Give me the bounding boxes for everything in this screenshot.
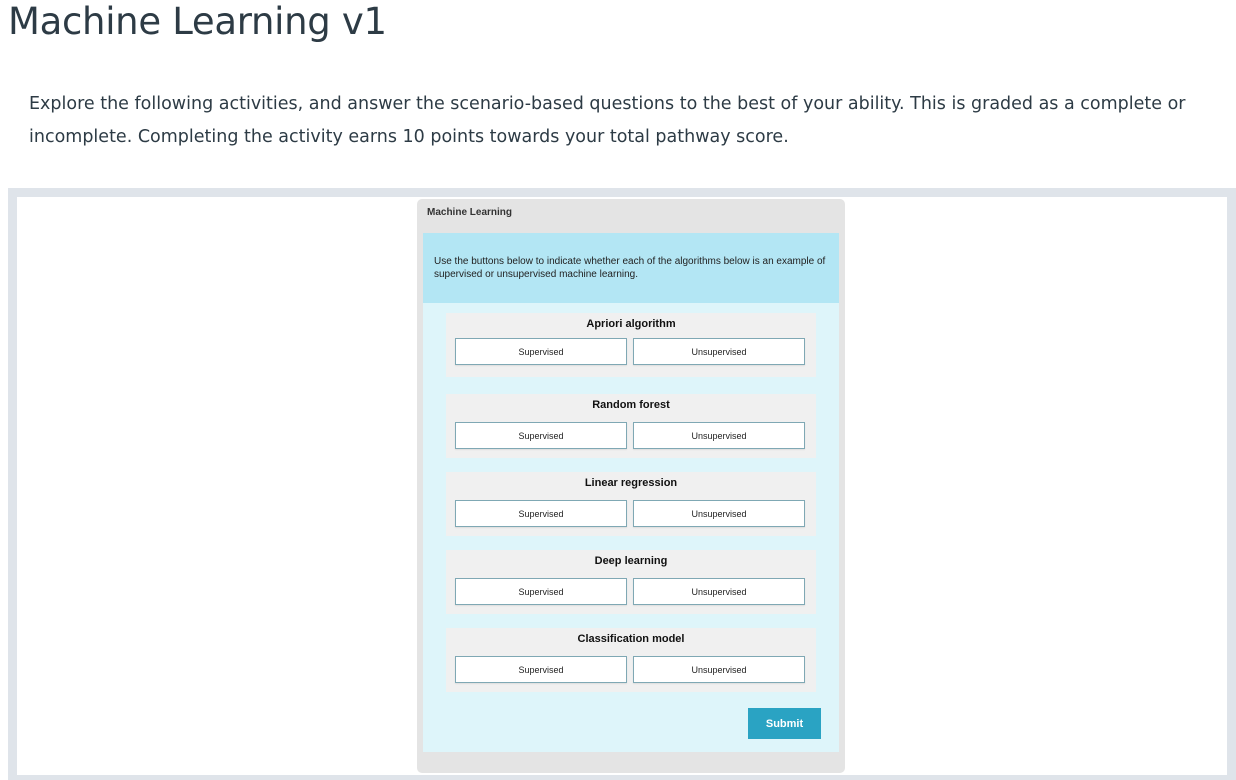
instructions-text: Use the buttons below to indicate whethe…: [423, 233, 839, 303]
question-label: Random forest: [592, 399, 670, 411]
question-label: Apriori algorithm: [586, 318, 676, 330]
activity-widget: Machine Learning Use the buttons below t…: [417, 199, 845, 773]
unsupervised-button[interactable]: Unsupervised: [633, 656, 805, 683]
question-label: Classification model: [577, 633, 685, 645]
supervised-button[interactable]: Supervised: [455, 500, 627, 527]
unsupervised-button[interactable]: Unsupervised: [633, 578, 805, 605]
intro-text: Explore the following activities, and an…: [29, 94, 1186, 147]
widget-body: Use the buttons below to indicate whethe…: [423, 233, 839, 752]
supervised-button[interactable]: Supervised: [455, 656, 627, 683]
supervised-button[interactable]: Supervised: [455, 578, 627, 605]
page-title: Machine Learning v1: [8, 0, 387, 43]
question-card: Apriori algorithm Supervised Unsupervise…: [446, 313, 816, 377]
embed-frame: Machine Learning Use the buttons below t…: [8, 188, 1236, 780]
unsupervised-button[interactable]: Unsupervised: [633, 422, 805, 449]
question-card: Classification model Supervised Unsuperv…: [446, 628, 816, 692]
submit-button[interactable]: Submit: [748, 708, 821, 739]
unsupervised-button[interactable]: Unsupervised: [633, 500, 805, 527]
question-card: Deep learning Supervised Unsupervised: [446, 550, 816, 614]
question-card: Linear regression Supervised Unsupervise…: [446, 472, 816, 536]
widget-title: Machine Learning: [427, 207, 513, 218]
supervised-button[interactable]: Supervised: [455, 338, 627, 365]
question-label: Linear regression: [584, 477, 678, 489]
unsupervised-button[interactable]: Unsupervised: [633, 338, 805, 365]
embed-content: Machine Learning Use the buttons below t…: [17, 197, 1227, 775]
question-label: Deep learning: [594, 555, 668, 567]
question-card: Random forest Supervised Unsupervised: [446, 394, 816, 458]
supervised-button[interactable]: Supervised: [455, 422, 627, 449]
